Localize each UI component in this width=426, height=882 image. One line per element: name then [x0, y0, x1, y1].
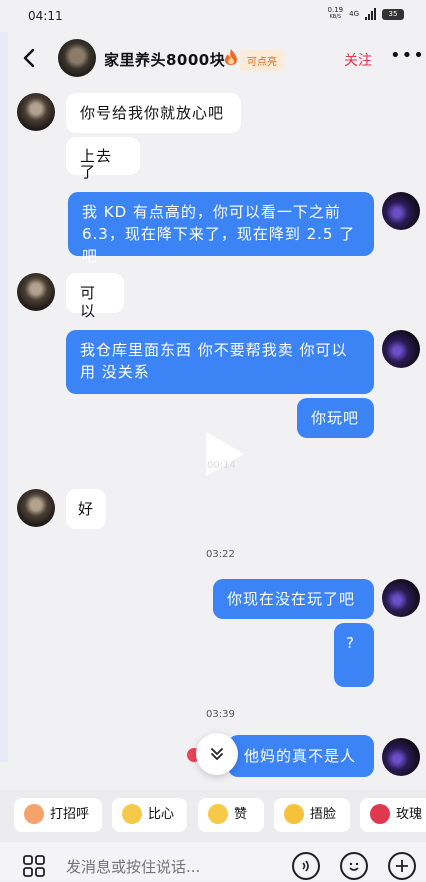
contact-name[interactable]: 家里养头8000块	[104, 49, 225, 70]
quick-reply-like[interactable]: 赞	[198, 798, 264, 832]
contact-avatar-small[interactable]	[17, 273, 55, 311]
video-duration: 00:14	[207, 460, 236, 471]
message-outgoing: 我仓库里面东西 你不要帮我卖 你可以用 没关系	[66, 330, 374, 394]
wave-emoji-icon	[24, 803, 44, 824]
message-incoming: 好	[66, 489, 106, 529]
signal-icon	[365, 8, 376, 20]
emoji-icon[interactable]	[340, 852, 368, 880]
message-outgoing: ?	[334, 623, 374, 687]
message-incoming: 你号给我你就放心吧	[66, 93, 241, 133]
heart-hand-emoji-icon	[122, 803, 142, 824]
follow-button[interactable]: 关注	[344, 50, 372, 70]
my-avatar[interactable]	[382, 330, 420, 368]
plus-icon[interactable]	[388, 852, 416, 880]
chevron-double-down-icon[interactable]	[196, 733, 238, 775]
quick-reply-bar: 打招呼 比心 赞 捂脸 玫瑰	[0, 790, 426, 842]
quick-reply-label: 赞	[234, 807, 248, 822]
message-outgoing: 他妈的真不是人	[228, 735, 374, 777]
message-outgoing: 我 KD 有点高的，你可以看一下之前 6.3，现在降下来了，现在降到 2.5 了…	[68, 192, 374, 265]
status-time: 04:11	[28, 9, 63, 23]
net-speed-value: 0.19	[327, 6, 344, 14]
light-up-badge[interactable]: 可点亮	[240, 50, 284, 71]
voice-icon[interactable]	[292, 852, 320, 880]
contact-avatar[interactable]	[58, 39, 96, 77]
chat-header: 家里养头8000块 可点亮 关注 •••	[0, 32, 426, 84]
message-input[interactable]	[66, 856, 276, 878]
quick-reply-label: 捂脸	[310, 807, 337, 822]
contact-avatar-small[interactable]	[17, 93, 55, 131]
status-icons: 0.19 KB/S 4G 35	[328, 7, 404, 21]
back-icon[interactable]	[18, 46, 42, 70]
message-incoming: 上去了	[66, 137, 140, 180]
network-speed: 0.19 KB/S	[328, 7, 344, 21]
my-avatar[interactable]	[382, 738, 420, 776]
my-avatar[interactable]	[382, 579, 420, 617]
battery-icon: 35	[382, 8, 404, 20]
message-outgoing: 你玩吧	[297, 398, 374, 438]
quick-reply-facepalm[interactable]: 捂脸	[274, 798, 350, 832]
message-incoming: 可以	[66, 273, 124, 320]
quick-reply-rose[interactable]: 玫瑰	[360, 798, 426, 832]
net-speed-unit: KB/S	[329, 14, 342, 20]
thumbs-up-icon	[208, 803, 228, 824]
message-outgoing: 你现在没在玩了吧	[213, 579, 374, 619]
fire-icon	[223, 48, 239, 66]
facepalm-emoji-icon	[284, 803, 304, 824]
quick-reply-label: 玫瑰	[396, 807, 423, 822]
timestamp: 03:22	[206, 549, 235, 560]
left-edge	[0, 32, 8, 762]
more-icon[interactable]: •••	[390, 47, 425, 65]
quick-reply-label: 打招呼	[50, 807, 90, 822]
my-avatar[interactable]	[382, 192, 420, 230]
network-type: 4G	[349, 10, 359, 18]
contact-avatar-small[interactable]	[17, 489, 55, 527]
grid-icon[interactable]	[22, 854, 46, 878]
quick-reply-hello[interactable]: 打招呼	[14, 798, 102, 832]
quick-reply-heart[interactable]: 比心	[112, 798, 187, 832]
status-bar: 04:11 0.19 KB/S 4G 35	[0, 0, 426, 32]
rose-icon	[370, 803, 390, 824]
quick-reply-label: 比心	[148, 807, 175, 822]
timestamp: 03:39	[206, 709, 235, 720]
input-bar	[0, 842, 426, 880]
